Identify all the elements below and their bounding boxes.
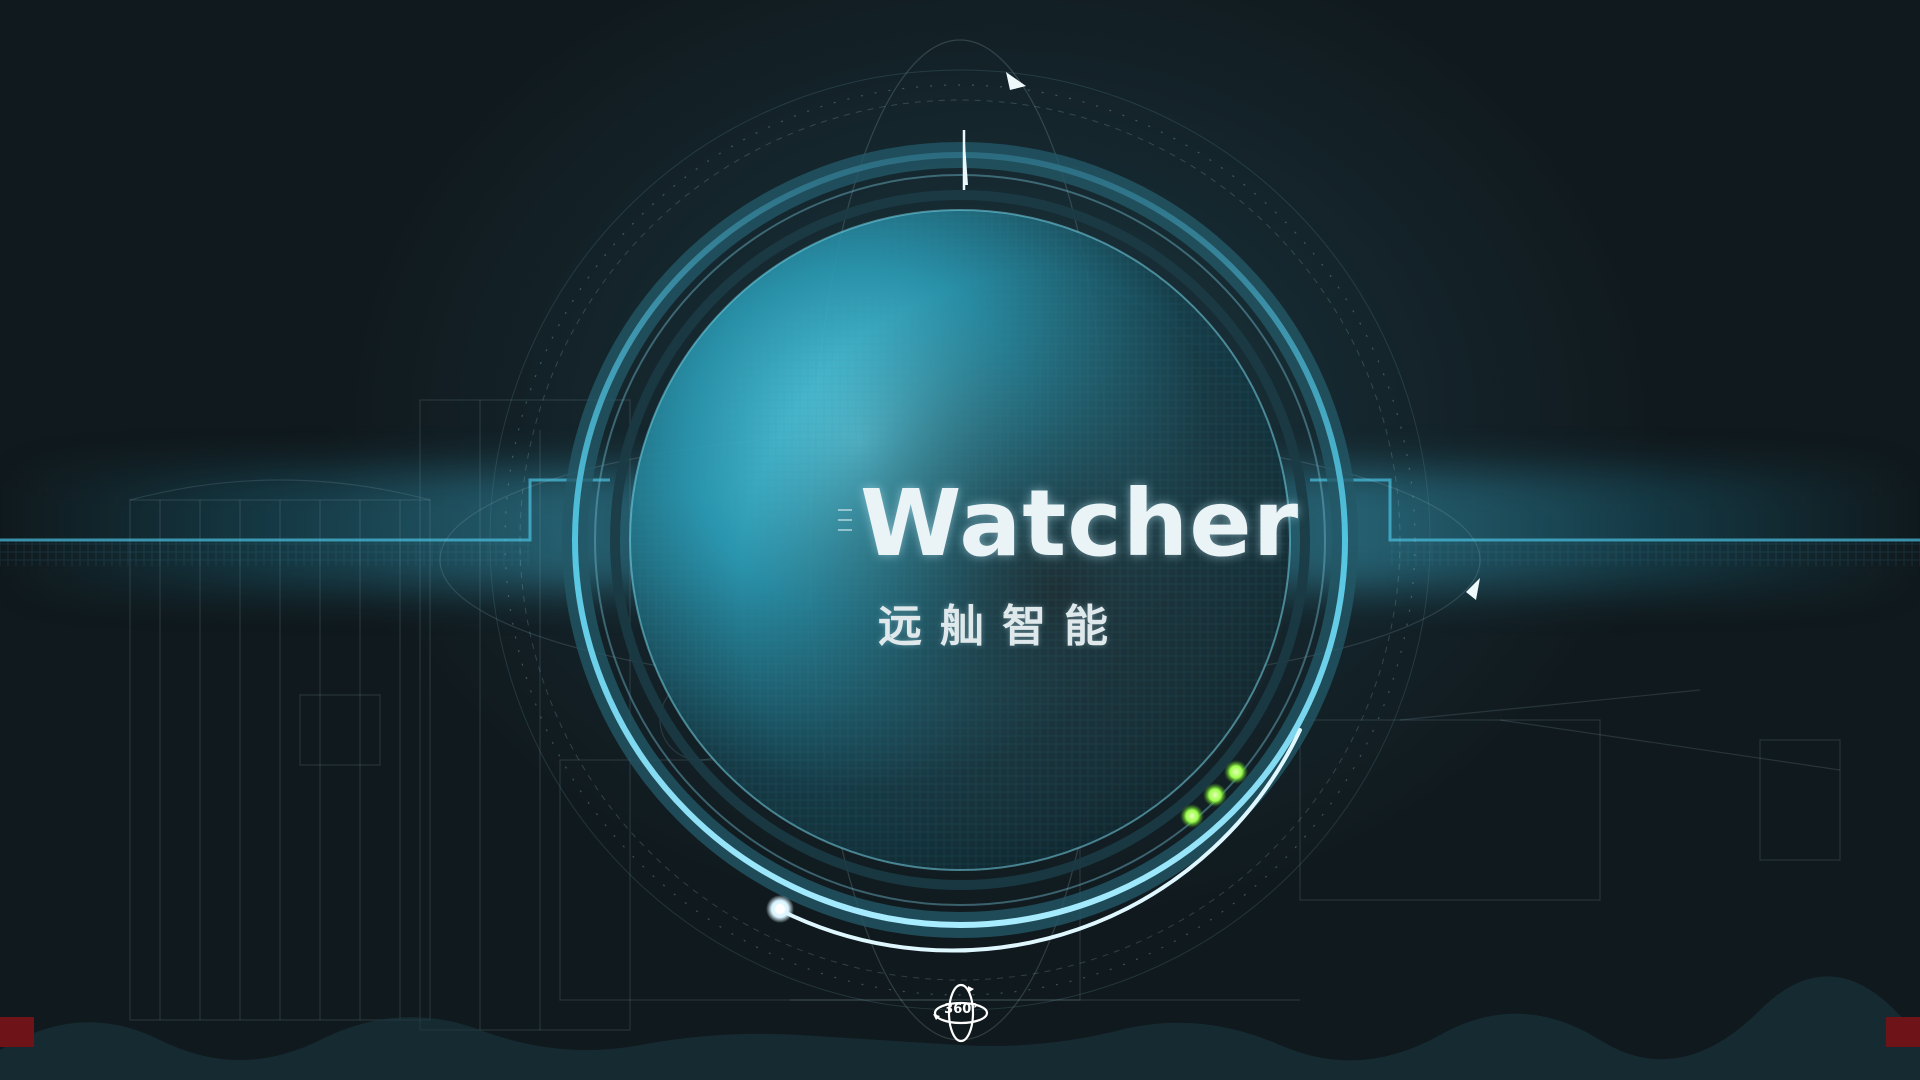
status-dot-icon bbox=[1180, 804, 1204, 828]
status-dot-icon bbox=[1224, 760, 1248, 784]
view-360-button[interactable]: 360° bbox=[928, 980, 994, 1046]
edge-marker-left bbox=[0, 1017, 34, 1047]
status-dot-icon bbox=[1203, 783, 1227, 807]
splash-screen: Watcher 远舢智能 360° bbox=[0, 0, 1920, 1080]
edge-marker-right bbox=[1886, 1017, 1920, 1047]
app-title: Watcher bbox=[860, 470, 1300, 577]
view-360-label: 360° bbox=[944, 1002, 978, 1017]
app-subtitle: 远舢智能 bbox=[878, 601, 1126, 652]
brand-block: Watcher 远舢智能 bbox=[840, 470, 1298, 652]
